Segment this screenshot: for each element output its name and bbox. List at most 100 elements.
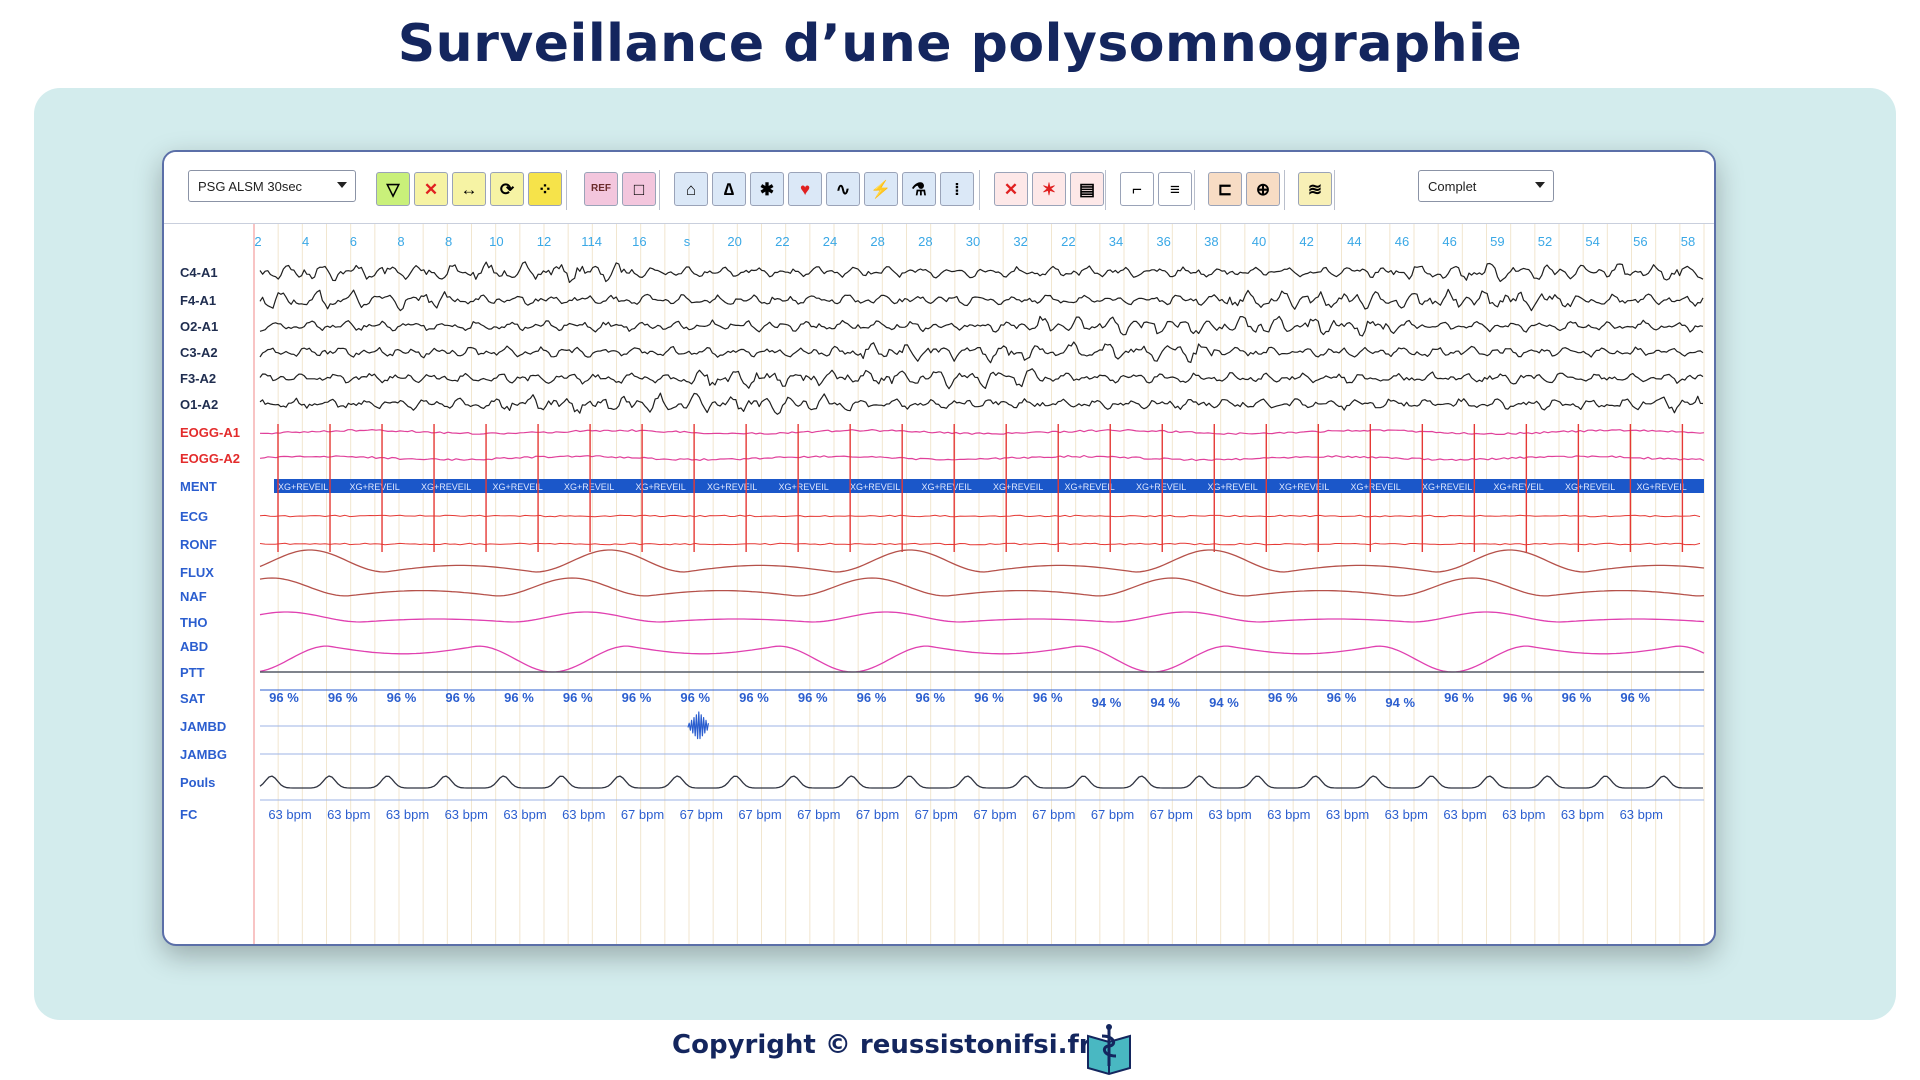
sat-value: 94 % [1092, 695, 1122, 710]
toolbar-separator [1194, 170, 1195, 210]
heart-rate-value: 67 bpm [1150, 807, 1193, 822]
ref-icon[interactable]: REF [584, 172, 618, 206]
sat-value: 96 % [915, 690, 945, 705]
sat-value: 96 % [445, 690, 475, 705]
time-axis-label: 16 [632, 234, 646, 249]
view-select[interactable]: Complet [1418, 170, 1554, 202]
heart-rate-value: 63 bpm [1326, 807, 1369, 822]
time-axis-label: 42 [1299, 234, 1313, 249]
psg-software-window: PSG ALSM 30sec ▽ ✕ ↔ ⟳ ⁘ REF □ ⌂ ∆ ✱ ♥ ∿ ⚡ ⚗ ⁞ ✕ ✶ ▤ ⌐ ≡ ⊏ ⊕ ≋… [162, 150, 1716, 946]
page-title: Surveillance d’une polysomnographie [397, 14, 1523, 74]
time-axis-label: 10 [489, 234, 503, 249]
ment-event-label: XG+REVEIL [922, 482, 972, 492]
time-axis-label: 59 [1490, 234, 1504, 249]
time-axis-label: 30 [966, 234, 980, 249]
channel-label-jambd: JAMBD [180, 719, 226, 734]
grid-dots-icon[interactable]: ⁘ [528, 172, 562, 206]
nose-icon[interactable]: ∆ [712, 172, 746, 206]
remove-marker-icon[interactable]: ✕ [414, 172, 448, 206]
sat-value: 96 % [1268, 690, 1298, 705]
channel-label-fc: FC [180, 807, 198, 822]
interval-icon[interactable]: ↔ [452, 172, 486, 206]
channel-label-tho: THO [180, 615, 207, 630]
time-axis-label: 46 [1442, 234, 1456, 249]
time-axis-label: 2 [254, 234, 261, 249]
time-axis-label: s [684, 234, 691, 249]
sat-value: 96 % [504, 690, 534, 705]
copyright-text: Copyright © reussistonifsi.fr [672, 1030, 1092, 1060]
view-select-value: Complet [1428, 179, 1477, 194]
respiratory-trace-tho [259, 611, 1705, 623]
heart-rate-value: 63 bpm [1385, 807, 1428, 822]
ment-event-label: XG+REVEIL [707, 482, 757, 492]
eog-trace-eogg-a2 [259, 454, 1705, 462]
time-axis-label: 56 [1633, 234, 1647, 249]
heart-icon[interactable]: ♥ [788, 172, 822, 206]
channel-label-c3-a2: C3-A2 [180, 345, 218, 360]
toolbar-separator [659, 170, 660, 210]
airflow-trace-flux [259, 549, 1705, 573]
channel-label-eogg-a2: EOGG-A2 [180, 451, 240, 466]
time-axis-label: 8 [445, 234, 452, 249]
export-icon[interactable]: ▤ [1070, 172, 1104, 206]
ment-event-label: XG+REVEIL [564, 482, 614, 492]
channel-label-ecg: ECG [180, 509, 208, 524]
body-movement-icon[interactable]: ✱ [750, 172, 784, 206]
heart-rate-value: 63 bpm [503, 807, 546, 822]
polysomnography-tracing[interactable]: 2 4 6 8 8 10 12 114 16 s 20 22 24 28 28 30 32 22 34 36 38 40 4… [164, 224, 1716, 946]
time-axis-label: 58 [1681, 234, 1695, 249]
time-axis-label: 114 [581, 234, 602, 249]
heart-rate-value: 63 bpm [562, 807, 605, 822]
time-axis-label: 38 [1204, 234, 1218, 249]
channel-label-ment: MENT [180, 479, 217, 494]
channel-label-f4-a1: F4-A1 [180, 293, 216, 308]
heart-rate-value: 67 bpm [680, 807, 723, 822]
respiratory-trace-abd [259, 645, 1705, 673]
overview-icon[interactable]: ≋ [1298, 172, 1332, 206]
toolbar-separator [1284, 170, 1285, 210]
ment-event-label: XG+REVEIL [1279, 482, 1329, 492]
hypnogram-icon[interactable]: ≡ [1158, 172, 1192, 206]
sat-value: 96 % [974, 690, 1004, 705]
time-axis-label: 34 [1109, 234, 1123, 249]
wave-icon[interactable]: ∿ [826, 172, 860, 206]
montage-select[interactable]: PSG ALSM 30sec [188, 170, 356, 202]
ment-event-label: XG+REVEIL [993, 482, 1043, 492]
heart-rate-value: 63 bpm [386, 807, 429, 822]
channel-label-eogg-a1: EOGG-A1 [180, 425, 240, 440]
heart-rate-value: 67 bpm [1091, 807, 1134, 822]
ment-event-label: XG+REVEIL [636, 482, 686, 492]
target-icon[interactable]: ⊕ [1246, 172, 1280, 206]
lightning-icon[interactable]: ⚡ [864, 172, 898, 206]
sat-value: 94 % [1150, 695, 1180, 710]
channel-label-naf: NAF [180, 589, 207, 604]
channel-label-pouls: Pouls [180, 775, 215, 790]
sat-value: 94 % [1209, 695, 1239, 710]
sat-value: 96 % [563, 690, 593, 705]
ment-event-label: XG+REVEIL [493, 482, 543, 492]
heart-rate-value: 67 bpm [973, 807, 1016, 822]
chevron-down-icon [337, 182, 347, 188]
time-axis-label: 54 [1585, 234, 1599, 249]
channel-label-o2-a1: O2-A1 [180, 319, 218, 334]
lungs-icon[interactable]: ⌂ [674, 172, 708, 206]
refresh-icon[interactable]: ⟳ [490, 172, 524, 206]
sat-value: 96 % [739, 690, 769, 705]
spectrum-icon[interactable]: ⁞ [940, 172, 974, 206]
ment-event-label: XG+REVEIL [421, 482, 471, 492]
heart-rate-value: 67 bpm [621, 807, 664, 822]
delete-event-icon[interactable]: ✕ [994, 172, 1028, 206]
toolbar: PSG ALSM 30sec ▽ ✕ ↔ ⟳ ⁘ REF □ ⌂ ∆ ✱ ♥ ∿ ⚡ ⚗ ⁞ ✕ ✶ ▤ ⌐ ≡ ⊏ ⊕ ≋… [164, 152, 1714, 224]
filter-icon[interactable]: ▽ [376, 172, 410, 206]
sat-value: 96 % [857, 690, 887, 705]
heart-rate-value: 63 bpm [1267, 807, 1310, 822]
channel-label-flux: FLUX [180, 565, 214, 580]
microscope-icon[interactable]: ⚗ [902, 172, 936, 206]
time-axis-label: 52 [1538, 234, 1552, 249]
artifact-icon[interactable]: ✶ [1032, 172, 1066, 206]
toolbar-separator [1334, 170, 1335, 210]
heart-rate-value: 67 bpm [738, 807, 781, 822]
signal-view-icon[interactable]: ⌐ [1120, 172, 1154, 206]
frame-icon[interactable]: □ [622, 172, 656, 206]
position-icon[interactable]: ⊏ [1208, 172, 1242, 206]
